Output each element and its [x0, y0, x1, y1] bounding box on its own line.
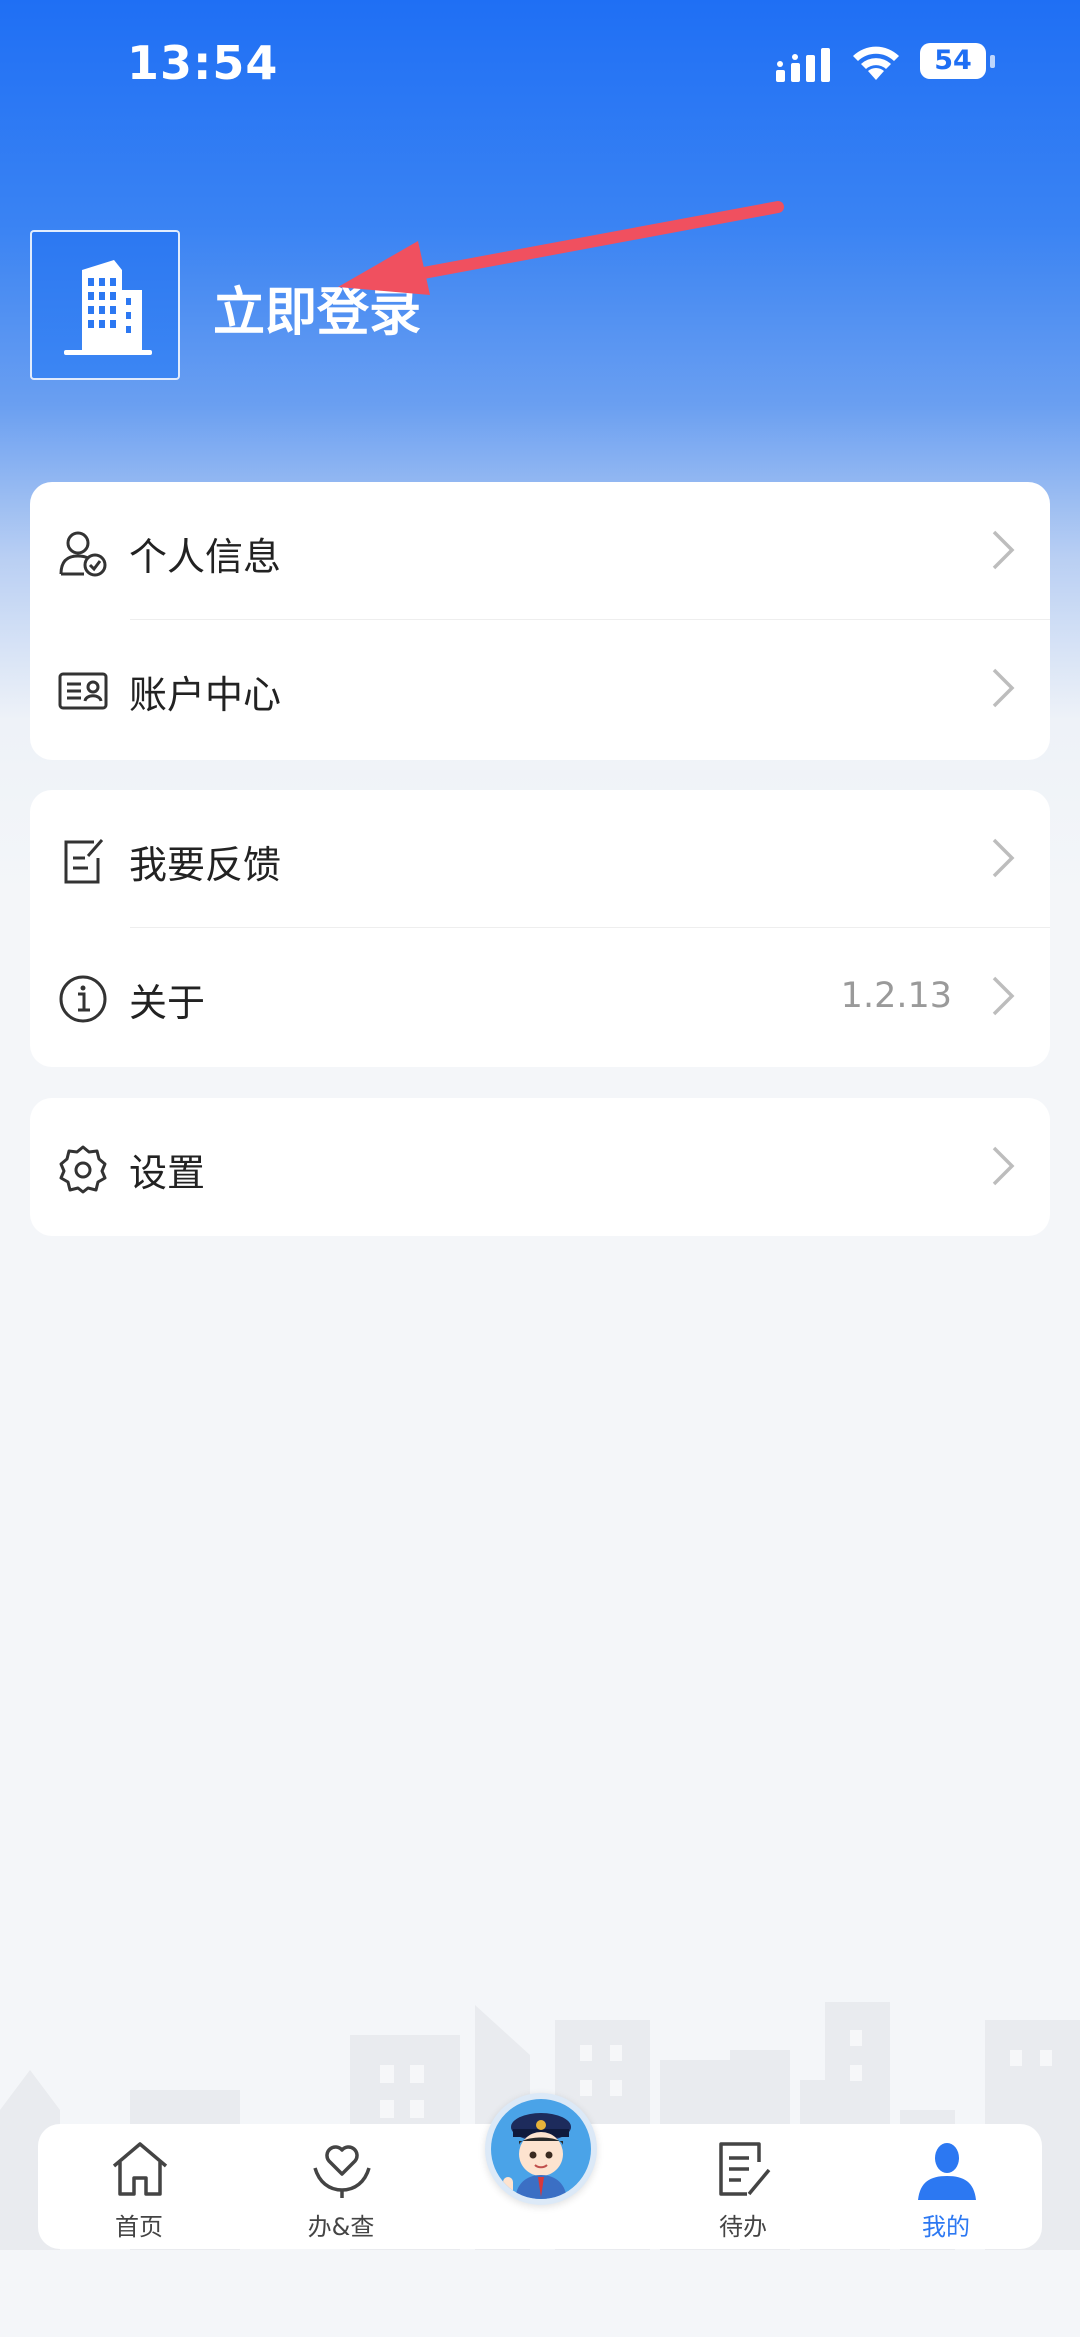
- header-background: [0, 0, 1080, 900]
- assistant-avatar-button[interactable]: [485, 2093, 597, 2205]
- battery-level: 54: [934, 45, 972, 76]
- home-indicator-area: [0, 2270, 1080, 2337]
- chevron-right-icon: [992, 530, 1015, 570]
- menu-item-about[interactable]: 关于 1.2.13: [30, 928, 1050, 1066]
- tab-profile[interactable]: 我的: [871, 2124, 1021, 2249]
- status-bar: 13:54 54: [0, 0, 1080, 130]
- menu-item-label: 个人信息: [129, 535, 282, 579]
- chevron-right-icon: [992, 976, 1015, 1016]
- user-check-icon: [59, 531, 107, 577]
- menu-item-label: 关于: [129, 981, 206, 1025]
- menu-item-label: 我要反馈: [129, 843, 282, 887]
- feedback-menu-card: 我要反馈 关于 1.2.13: [30, 790, 1050, 1067]
- tab-label: 首页: [115, 2213, 163, 2241]
- annotation-arrow-icon: [338, 201, 784, 295]
- settings-gear-icon: [59, 1145, 107, 1194]
- wifi-icon: [853, 46, 899, 80]
- menu-item-label: 设置: [129, 1151, 206, 1195]
- cellular-signal-icon: [776, 48, 830, 82]
- feedback-edit-icon: [64, 839, 104, 884]
- battery-icon: 54: [920, 43, 996, 81]
- tab-handle-query[interactable]: 办&查: [266, 2124, 416, 2249]
- tab-label: 我的: [922, 2213, 970, 2241]
- building-logo-icon: [30, 230, 180, 380]
- assistant-avatar-icon: [491, 2099, 591, 2199]
- heart-hand-icon: [313, 2145, 371, 2198]
- app-version: 1.2.13: [840, 976, 952, 1016]
- tab-home[interactable]: 首页: [64, 2124, 214, 2249]
- menu-item-settings[interactable]: 设置: [30, 1098, 1050, 1236]
- chevron-right-icon: [992, 838, 1015, 878]
- profile-icon: [918, 2143, 976, 2200]
- info-icon: [59, 975, 107, 1023]
- chevron-right-icon: [992, 668, 1015, 708]
- tab-label: 办&查: [307, 2213, 375, 2241]
- todo-list-icon: [719, 2142, 771, 2196]
- status-time: 13:54: [127, 36, 279, 90]
- menu-item-feedback[interactable]: 我要反馈: [30, 790, 1050, 928]
- account-menu-card: 个人信息 账户中心: [30, 482, 1050, 760]
- settings-menu-card: 设置: [30, 1098, 1050, 1236]
- menu-item-account-center[interactable]: 账户中心: [30, 620, 1050, 758]
- tab-label: 待办: [719, 2213, 767, 2241]
- id-card-icon: [58, 672, 108, 710]
- chevron-right-icon: [992, 1146, 1015, 1186]
- menu-item-personal-info[interactable]: 个人信息: [30, 482, 1050, 620]
- tab-todo[interactable]: 待办: [668, 2124, 818, 2249]
- home-icon: [112, 2142, 168, 2196]
- menu-item-label: 账户中心: [129, 673, 282, 717]
